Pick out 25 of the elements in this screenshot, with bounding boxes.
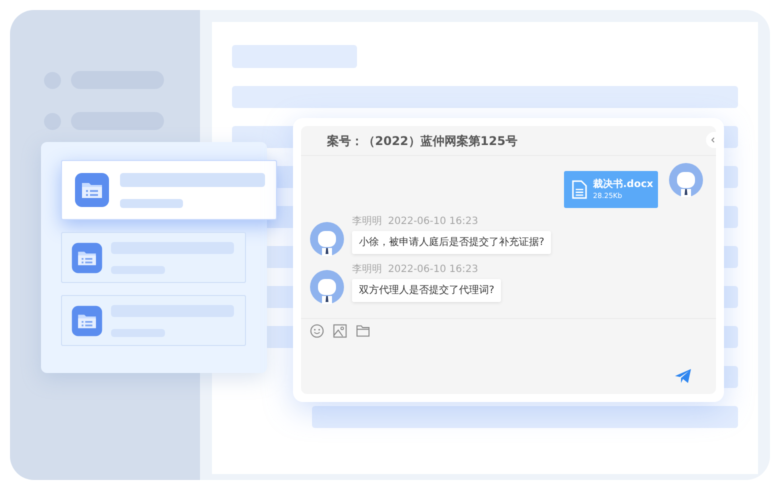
case-title: 案号：（2022）蓝仲网案第125号 — [327, 132, 518, 150]
case-item[interactable] — [61, 295, 246, 346]
case-item[interactable] — [61, 160, 277, 220]
send-button[interactable] — [675, 368, 691, 384]
folder-icon — [74, 172, 110, 208]
avatar-icon — [310, 222, 344, 256]
image-icon — [333, 324, 347, 338]
chevron-left-icon — [710, 137, 716, 143]
document-icon — [572, 180, 587, 199]
avatar-icon — [669, 163, 703, 197]
file-name: 裁决书.docx — [593, 178, 654, 190]
sender-name: 李明明 — [352, 216, 382, 228]
folder-icon — [71, 242, 103, 274]
message-bubble: 小徐，被申请人庭后是否提交了补充证据? — [352, 231, 552, 254]
message-bubble: 双方代理人是否提交了代理词? — [352, 279, 502, 302]
message-time: 2022-06-10 16:23 — [388, 264, 478, 276]
folder-icon — [71, 304, 103, 336]
avatar-icon — [310, 270, 344, 304]
placeholder-bar — [120, 198, 183, 208]
folder-icon — [356, 325, 370, 337]
message-time: 2022-06-10 16:23 — [388, 216, 478, 228]
sender-name: 李明明 — [352, 264, 382, 276]
case-item[interactable] — [61, 232, 246, 283]
smiley-icon — [310, 324, 324, 338]
paper-plane-icon — [675, 368, 691, 384]
